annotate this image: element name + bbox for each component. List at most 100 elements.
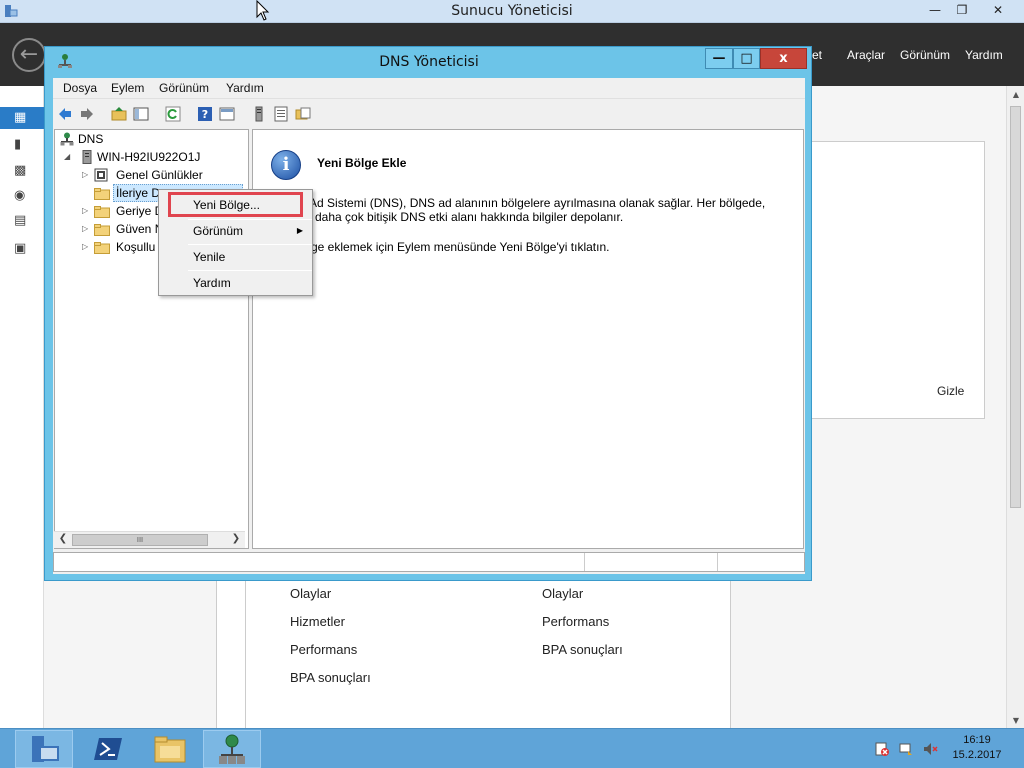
scroll-down-arrow[interactable]: ▼ <box>1007 716 1024 725</box>
up-folder-icon[interactable] <box>111 106 127 122</box>
menu-item-view[interactable]: Görünüm ▶ <box>160 220 311 242</box>
clock-date: 15.2.2017 <box>952 749 1002 761</box>
role-tile-right: Olaylar Performans BPA sonuçları <box>496 580 731 728</box>
clock-time: 16:19 <box>963 734 991 746</box>
folder-icon <box>94 205 110 218</box>
powershell-icon <box>94 738 122 760</box>
taskbar-dns-manager[interactable] <box>203 730 261 768</box>
menu-help[interactable]: Yardım <box>965 48 1003 62</box>
expand-arrow-icon[interactable]: ▷ <box>82 166 91 184</box>
menu-item-help[interactable]: Yardım <box>160 272 311 294</box>
help-icon[interactable]: ? <box>197 106 213 122</box>
tree-node-label: DNS <box>78 132 104 146</box>
mouse-cursor-icon <box>256 0 270 21</box>
folder-properties-icon[interactable] <box>295 106 311 122</box>
dns-manager-window: DNS Yöneticisi — □ x Dosya Eylem Görünüm… <box>44 46 812 581</box>
refresh-icon[interactable] <box>165 106 181 122</box>
tree-node[interactable]: ▷ Genel Günlükler <box>0 166 203 184</box>
svg-text:?: ? <box>202 108 208 121</box>
scroll-left-arrow[interactable]: ❮ <box>56 533 70 544</box>
minimize-button[interactable]: — <box>921 0 949 20</box>
folder-icon <box>94 223 110 236</box>
dns-icon <box>60 132 76 146</box>
tree-node-label: Koşullu <box>116 240 156 254</box>
menu-item-label: Yardım <box>193 276 231 290</box>
tree-node-label: Geriye D <box>116 204 164 218</box>
collapse-arrow-icon[interactable]: ◢ <box>64 148 73 166</box>
menu-view[interactable]: Görünüm <box>159 81 209 95</box>
maximize-button[interactable]: □ <box>733 48 760 69</box>
menu-action[interactable]: Eylem <box>111 81 144 95</box>
tree-node-label: Güven N <box>116 222 164 236</box>
menu-separator <box>188 270 312 271</box>
toolbar: ? <box>53 98 805 128</box>
server-manager-titlebar: Sunucu Yöneticisi — ❐ ✕ <box>0 0 1024 23</box>
network-icon[interactable] <box>898 741 914 757</box>
close-button[interactable]: ✕ <box>984 0 1012 20</box>
tile-item-events[interactable]: Olaylar <box>542 586 583 601</box>
back-icon[interactable] <box>57 106 73 122</box>
folder-icon <box>94 187 110 200</box>
tree-node[interactable]: ◢ WIN-H92IU922O1J <box>0 148 200 166</box>
server-manager-icon <box>32 736 59 762</box>
scroll-thumb[interactable]: III <box>72 534 208 546</box>
menu-view[interactable]: Görünüm <box>900 48 950 62</box>
menu-item-refresh[interactable]: Yenile <box>160 246 311 268</box>
properties-icon[interactable] <box>219 106 235 122</box>
tile-item-performance[interactable]: Performans <box>542 614 609 629</box>
submenu-arrow-icon: ▶ <box>296 226 303 235</box>
system-clock[interactable]: 16:19 15.2.2017 <box>951 733 1003 763</box>
menu-bar: Dosya Eylem Görünüm Yardım <box>53 78 805 98</box>
scroll-right-arrow[interactable]: ❯ <box>229 533 243 544</box>
list-icon[interactable] <box>273 106 289 122</box>
menu-file[interactable]: Dosya <box>63 81 97 95</box>
folder-icon <box>94 241 110 254</box>
taskbar-file-explorer[interactable] <box>143 730 201 768</box>
scroll-thumb[interactable] <box>1010 106 1021 508</box>
volume-muted-icon[interactable] <box>922 741 938 757</box>
expand-arrow-icon[interactable]: ▷ <box>82 220 91 238</box>
menu-item-label: Yenile <box>193 250 226 264</box>
tile-item-events[interactable]: Olaylar <box>290 586 331 601</box>
tile-item-bpa[interactable]: BPA sonuçları <box>290 670 371 685</box>
close-button[interactable]: x <box>760 48 807 69</box>
status-bar <box>53 552 805 572</box>
tree-node[interactable]: DNS <box>0 130 190 148</box>
scroll-up-arrow[interactable]: ▲ <box>1007 90 1024 99</box>
taskbar: 16:19 15.2.2017 <box>0 728 1024 768</box>
taskbar-server-manager[interactable] <box>15 730 73 768</box>
highlight-box <box>168 192 303 217</box>
tree-horizontal-scrollbar[interactable]: ❮ III ❯ <box>54 531 245 548</box>
info-text-line: daha çok bitişik DNS etki alanı hakkında… <box>315 210 624 224</box>
restore-button[interactable]: ❐ <box>948 0 976 20</box>
menu-manage[interactable]: et <box>812 48 822 62</box>
show-hide-tree-icon[interactable] <box>133 106 149 122</box>
expand-arrow-icon[interactable]: ▷ <box>82 202 91 220</box>
menu-tools[interactable]: Araçlar <box>847 48 885 62</box>
dns-window-title: DNS Yöneticisi <box>379 54 479 70</box>
tile-item-services[interactable]: Hizmetler <box>290 614 345 629</box>
server-icon[interactable] <box>251 106 267 122</box>
tile-item-performance[interactable]: Performans <box>290 642 357 657</box>
info-text-line: ni Ad Sistemi (DNS), DNS ad alanının böl… <box>297 196 766 210</box>
minimize-button[interactable]: — <box>705 48 733 69</box>
hide-link[interactable]: Gizle <box>937 384 964 398</box>
file-explorer-icon <box>154 736 186 763</box>
info-title: Yeni Bölge Ekle <box>317 156 407 170</box>
menu-help[interactable]: Yardım <box>226 81 264 95</box>
tile-item-bpa[interactable]: BPA sonuçları <box>542 642 623 657</box>
taskbar-powershell[interactable] <box>82 730 140 768</box>
welcome-card <box>806 141 985 419</box>
forward-icon[interactable] <box>79 106 95 122</box>
vertical-scrollbar[interactable]: ▲ ▼ <box>1006 86 1024 728</box>
back-button[interactable]: ← <box>12 38 46 72</box>
window-title: Sunucu Yöneticisi <box>451 3 573 19</box>
tree-node-label: WIN-H92IU922O1J <box>97 150 201 164</box>
dashboard-icon[interactable]: ▦ <box>14 111 30 125</box>
details-pane: i Yeni Bölge Ekle ni Ad Sistemi (DNS), D… <box>252 129 804 549</box>
dns-manager-icon <box>219 734 245 764</box>
menu-item-label: Görünüm <box>193 224 244 238</box>
tree-node-label: Genel Günlükler <box>116 168 203 182</box>
action-center-icon[interactable] <box>874 741 890 757</box>
expand-arrow-icon[interactable]: ▷ <box>82 238 91 256</box>
